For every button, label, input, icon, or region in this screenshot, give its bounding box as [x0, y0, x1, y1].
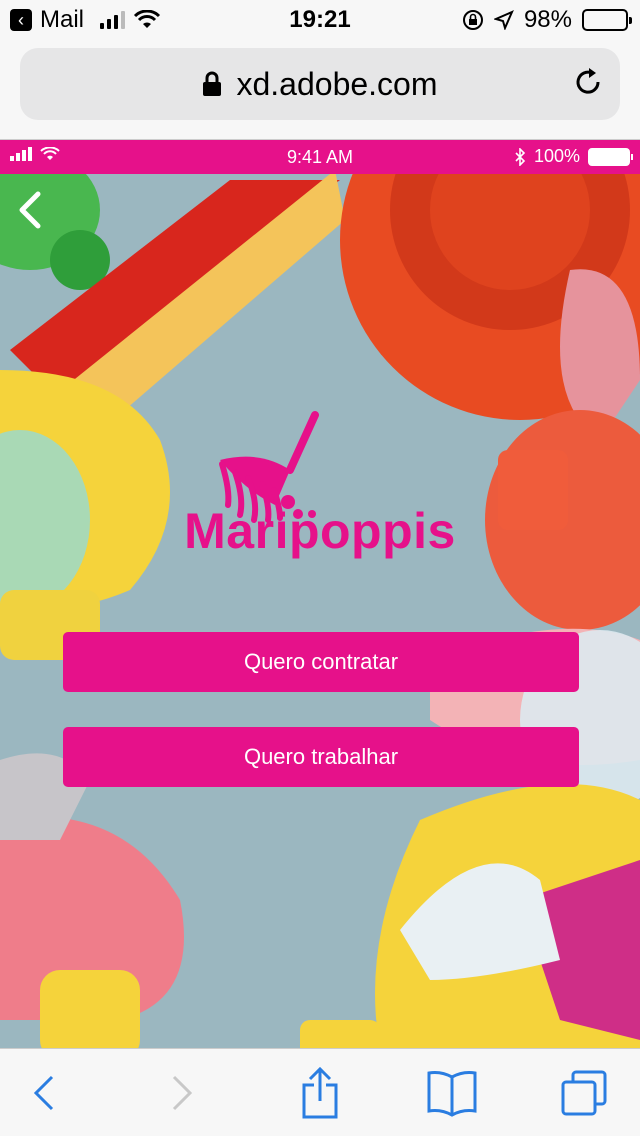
tabs-icon	[561, 1070, 607, 1116]
hire-button[interactable]: Quero contratar	[63, 632, 579, 692]
battery-icon	[582, 9, 632, 31]
browser-url-area: xd.adobe.com	[0, 40, 640, 140]
back-button[interactable]	[14, 1067, 74, 1119]
share-icon	[302, 1067, 338, 1119]
prototype-screen: 9:41 AM 100% Maripoppis Quero contratar …	[0, 140, 640, 1048]
prototype-battery-percent: 100%	[533, 146, 580, 166]
location-icon	[493, 10, 514, 30]
cellular-signal-icon	[100, 11, 126, 29]
back-chevron-icon[interactable]	[14, 190, 50, 230]
prototype-status-bar: 9:41 AM 100%	[0, 140, 640, 174]
status-right: 98%	[462, 6, 632, 34]
bookmarks-button[interactable]	[422, 1067, 482, 1119]
bluetooth-icon	[515, 147, 526, 166]
ios-status-bar: ‹ Mail 19:21 98%	[0, 0, 640, 40]
chevron-right-icon	[172, 1075, 193, 1111]
reload-icon[interactable]	[572, 66, 604, 98]
book-icon	[427, 1071, 477, 1117]
url-text[interactable]: xd.adobe.com	[236, 66, 437, 103]
wifi-icon	[133, 10, 161, 28]
lock-icon	[203, 71, 222, 96]
address-bar[interactable]: xd.adobe.com	[20, 48, 620, 120]
browser-toolbar	[0, 1048, 640, 1136]
orientation-lock-icon	[462, 10, 483, 30]
back-to-app-icon[interactable]: ‹	[10, 9, 32, 31]
prototype-status-right: 100%	[514, 146, 633, 167]
battery-percent: 98%	[523, 6, 572, 33]
status-left: ‹ Mail	[10, 6, 161, 34]
work-button[interactable]: Quero trabalhar	[63, 727, 579, 787]
chevron-left-icon	[33, 1075, 54, 1111]
share-button[interactable]	[290, 1067, 350, 1119]
forward-button[interactable]	[152, 1067, 212, 1119]
cleaning-supplies-background	[0, 140, 640, 1048]
prototype-battery-icon	[588, 147, 633, 166]
back-to-app-label[interactable]: Mail	[40, 6, 84, 34]
brand-name: Maripoppis	[184, 503, 456, 559]
tabs-button[interactable]	[554, 1067, 614, 1119]
